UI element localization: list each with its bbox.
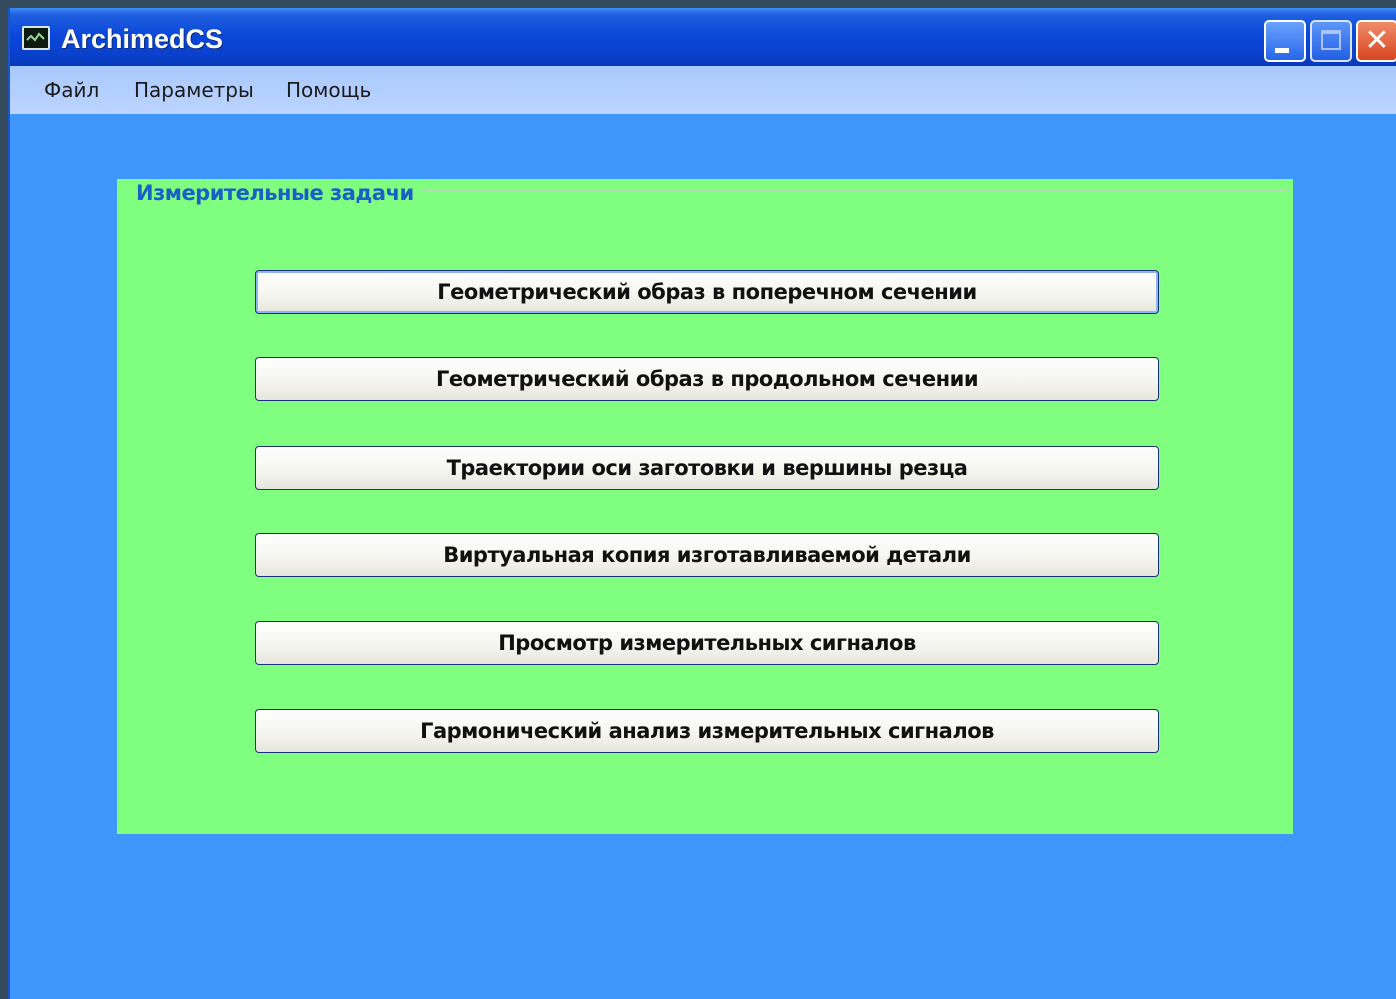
trajectories-button[interactable]: Траектории оси заготовки и вершины резца	[255, 446, 1159, 490]
longitudinal-section-button[interactable]: Геометрический образ в продольном сечени…	[255, 357, 1159, 401]
app-window: ArchimedCS ✕ Файл Параметры Помощь Измер…	[8, 8, 1396, 999]
menu-file[interactable]: Файл	[44, 78, 99, 102]
view-signals-button[interactable]: Просмотр измерительных сигналов	[255, 621, 1159, 665]
maximize-button[interactable]	[1310, 20, 1352, 62]
virtual-copy-button[interactable]: Виртуальная копия изготавливаемой детали	[255, 533, 1159, 577]
window-title: ArchimedCS	[61, 24, 224, 54]
minimize-icon	[1275, 48, 1289, 53]
harmonic-analysis-button[interactable]: Гармонический анализ измерительных сигна…	[255, 709, 1159, 753]
title-bar[interactable]: ArchimedCS ✕	[10, 8, 1396, 66]
minimize-button[interactable]	[1264, 20, 1306, 62]
monitor-icon	[22, 26, 50, 50]
close-icon: ✕	[1364, 23, 1390, 58]
group-title: Измерительные задачи	[136, 181, 414, 205]
close-button[interactable]: ✕	[1356, 20, 1396, 62]
maximize-icon	[1321, 30, 1341, 50]
menu-parameters[interactable]: Параметры	[134, 78, 254, 102]
group-border-line	[422, 190, 1290, 191]
menu-bar: Файл Параметры Помощь	[10, 66, 1396, 114]
cross-section-button[interactable]: Геометрический образ в поперечном сечени…	[255, 270, 1159, 314]
menu-help[interactable]: Помощь	[286, 78, 371, 102]
measurement-tasks-group: Измерительные задачи Геометрический обра…	[117, 179, 1293, 834]
